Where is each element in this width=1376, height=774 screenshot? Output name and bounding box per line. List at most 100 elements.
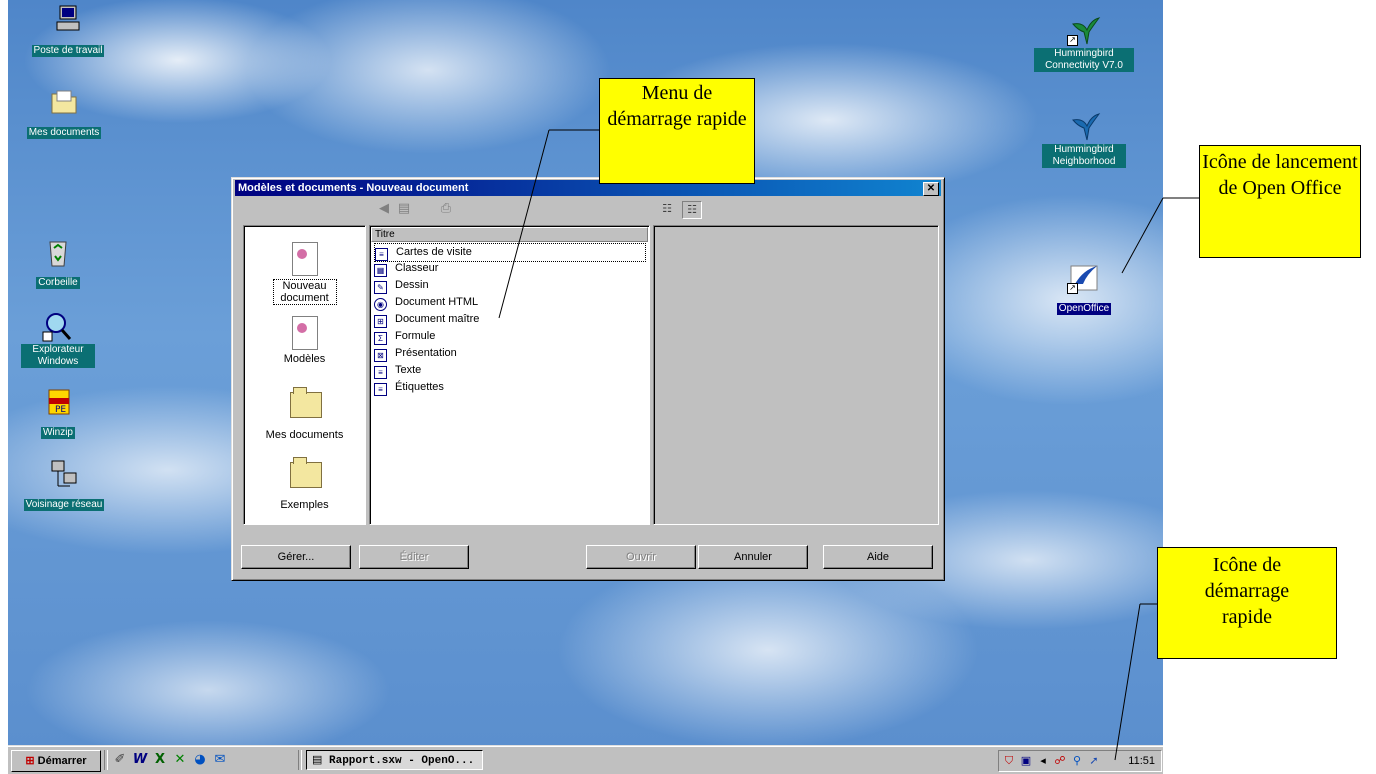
master-document-icon: ⊞ bbox=[374, 315, 387, 328]
desktop-icon-label: Mes documents bbox=[26, 127, 102, 139]
recycle-bin-icon bbox=[41, 236, 75, 268]
cancel-button[interactable]: Annuler bbox=[698, 545, 808, 569]
desktop-icon-my-documents[interactable]: Mes documents bbox=[14, 86, 114, 139]
print-icon[interactable]: ⎙ bbox=[437, 201, 455, 217]
close-icon: ✕ bbox=[926, 183, 936, 194]
quick-launch-desktop-icon[interactable]: ✐ bbox=[112, 752, 128, 768]
labels-icon: ≡ bbox=[374, 383, 387, 396]
desktop-icon-label: Hummingbird Connectivity V7.0 bbox=[1034, 48, 1134, 72]
clock: 11:51 bbox=[1128, 755, 1155, 767]
document-properties-icon[interactable]: ☷ bbox=[682, 201, 702, 219]
list-item-label: Étiquettes bbox=[395, 381, 444, 393]
connection-icon[interactable]: ☍ bbox=[1053, 754, 1067, 768]
desktop-icon-network[interactable]: Voisinage réseau bbox=[14, 458, 114, 511]
close-button[interactable]: ✕ bbox=[923, 182, 939, 196]
list-item-label: Cartes de visite bbox=[396, 246, 472, 258]
list-item-label: Présentation bbox=[395, 347, 457, 359]
taskbar-window-rapport[interactable]: ▤ Rapport.sxw - OpenO... bbox=[306, 750, 483, 770]
desktop-icon-label: Explorateur Windows bbox=[21, 344, 95, 368]
back-icon[interactable]: ◀ bbox=[375, 201, 393, 217]
list-item-label: Document HTML bbox=[395, 296, 479, 308]
open-button[interactable]: Ouvrir bbox=[586, 545, 696, 569]
start-label: Démarrer bbox=[37, 755, 87, 767]
task-label: Rapport.sxw - OpenO... bbox=[329, 755, 475, 767]
column-header-title[interactable]: Titre bbox=[371, 227, 648, 242]
drawing-icon: ✎ bbox=[374, 281, 387, 294]
desktop-icon-label: Hummingbird Neighborhood bbox=[1042, 144, 1126, 168]
explorer-icon bbox=[41, 310, 75, 342]
callout-launch-icon: Icône de lancement de Open Office bbox=[1199, 145, 1361, 258]
category-examples[interactable]: Exemples bbox=[244, 456, 365, 511]
document-image bbox=[291, 242, 318, 276]
volume-icon[interactable]: ◂ bbox=[1036, 754, 1050, 768]
quick-launch-browser-icon[interactable]: ◕ bbox=[192, 752, 208, 768]
shortcut-arrow-icon: ↗ bbox=[1067, 35, 1078, 46]
network-icon bbox=[47, 458, 81, 490]
spreadsheet-icon: ▦ bbox=[374, 264, 387, 277]
folder-icon bbox=[47, 86, 81, 118]
document-list: Titre ≡ Cartes de visite ▦ Classeur ✎ Dessi… bbox=[369, 225, 650, 525]
category-label: Exemples bbox=[280, 499, 329, 511]
taskbar: ⊞ Démarrer ✐ W X ✕ ◕ ✉ ▤ Rapport.sxw - O… bbox=[8, 745, 1163, 774]
category-label: Nouveau document bbox=[272, 279, 337, 305]
manage-button[interactable]: Gérer... bbox=[241, 545, 351, 569]
dialog-title: Modèles et documents - Nouveau document bbox=[238, 182, 469, 194]
desktop-icon-hummingbird-connectivity[interactable]: ↗ Hummingbird Connectivity V7.0 bbox=[1034, 14, 1134, 72]
list-item[interactable]: ≡ Texte bbox=[374, 362, 421, 379]
search-tray-icon[interactable]: ⚲ bbox=[1070, 754, 1084, 768]
list-item-label: Texte bbox=[395, 364, 422, 376]
openoffice-quickstart-icon[interactable]: ➚ bbox=[1087, 754, 1101, 768]
new-document-icon bbox=[290, 242, 320, 276]
preview-view-icon[interactable]: ☷ bbox=[658, 201, 676, 217]
dialog-title-bar[interactable]: Modèles et documents - Nouveau document … bbox=[235, 180, 941, 196]
desktop-icon-winzip[interactable]: PE Winzip bbox=[8, 386, 108, 439]
desktop-icon-openoffice[interactable]: ↗ OpenOffice bbox=[1034, 262, 1134, 315]
presentation-icon: ⊠ bbox=[374, 349, 387, 362]
edit-button[interactable]: Éditer bbox=[359, 545, 469, 569]
list-item[interactable]: ▦ Classeur bbox=[374, 260, 438, 277]
desktop-icon-label: OpenOffice bbox=[1056, 303, 1112, 315]
folder-up-icon[interactable]: ▤ bbox=[395, 201, 413, 217]
category-label: Modèles bbox=[283, 353, 326, 365]
formula-icon: Σ bbox=[374, 332, 387, 345]
taskbar-separator bbox=[298, 750, 302, 770]
list-item-label: Classeur bbox=[395, 262, 439, 274]
templates-icon bbox=[290, 316, 320, 350]
list-item[interactable]: ◉ Document HTML bbox=[374, 294, 478, 311]
antivirus-shield-icon[interactable]: ⛉ bbox=[1002, 754, 1016, 768]
taskbar-separator bbox=[104, 750, 108, 770]
desktop-icon-my-computer[interactable]: Poste de travail bbox=[18, 4, 118, 57]
folder-image bbox=[289, 457, 322, 488]
shortcut-arrow-icon: ↗ bbox=[1067, 283, 1078, 294]
windows-logo-icon: ⊞ bbox=[25, 755, 35, 767]
quick-launch-tools-icon[interactable]: ✕ bbox=[172, 752, 188, 768]
quick-launch-word-icon[interactable]: W bbox=[132, 752, 148, 768]
computer-icon bbox=[51, 4, 85, 36]
help-button[interactable]: Aide bbox=[823, 545, 933, 569]
list-item[interactable]: Σ Formule bbox=[374, 328, 435, 345]
winzip-icon: PE bbox=[41, 386, 75, 418]
list-item[interactable]: ≡ Étiquettes bbox=[374, 379, 444, 396]
quick-launch-excel-icon[interactable]: X bbox=[152, 752, 168, 768]
quick-launch-outlook-icon[interactable]: ✉ bbox=[212, 752, 228, 768]
network-status-icon[interactable]: ▣ bbox=[1019, 754, 1033, 768]
category-new-document[interactable]: Nouveau document bbox=[244, 242, 365, 305]
desktop-icon-explorer[interactable]: Explorateur Windows bbox=[8, 310, 108, 368]
list-item[interactable]: ✎ Dessin bbox=[374, 277, 429, 294]
category-my-documents[interactable]: Mes documents bbox=[244, 386, 365, 441]
openoffice-icon: ↗ bbox=[1067, 262, 1101, 294]
preview-pane bbox=[653, 225, 939, 525]
category-templates[interactable]: Modèles bbox=[244, 316, 365, 365]
desktop-icon-recycle-bin[interactable]: Corbeille bbox=[8, 236, 108, 289]
callout-text: Menu de démarrage rapide bbox=[607, 82, 747, 130]
category-pane: Nouveau document Modèles Mes documents E… bbox=[243, 225, 366, 525]
start-button[interactable]: ⊞ Démarrer bbox=[11, 750, 101, 772]
callout-quickstart-menu: Menu de démarrage rapide bbox=[599, 78, 755, 184]
desktop-icon-label: Voisinage réseau bbox=[23, 499, 105, 511]
svg-text:PE: PE bbox=[55, 405, 66, 415]
list-item[interactable]: ⊞ Document maître bbox=[374, 311, 479, 328]
list-item-label: Document maître bbox=[395, 313, 480, 325]
list-item[interactable]: ⊠ Présentation bbox=[374, 345, 457, 362]
desktop-icon-hummingbird-neighborhood[interactable]: Hummingbird Neighborhood bbox=[1034, 110, 1134, 168]
document-icon: ▤ bbox=[312, 755, 323, 767]
